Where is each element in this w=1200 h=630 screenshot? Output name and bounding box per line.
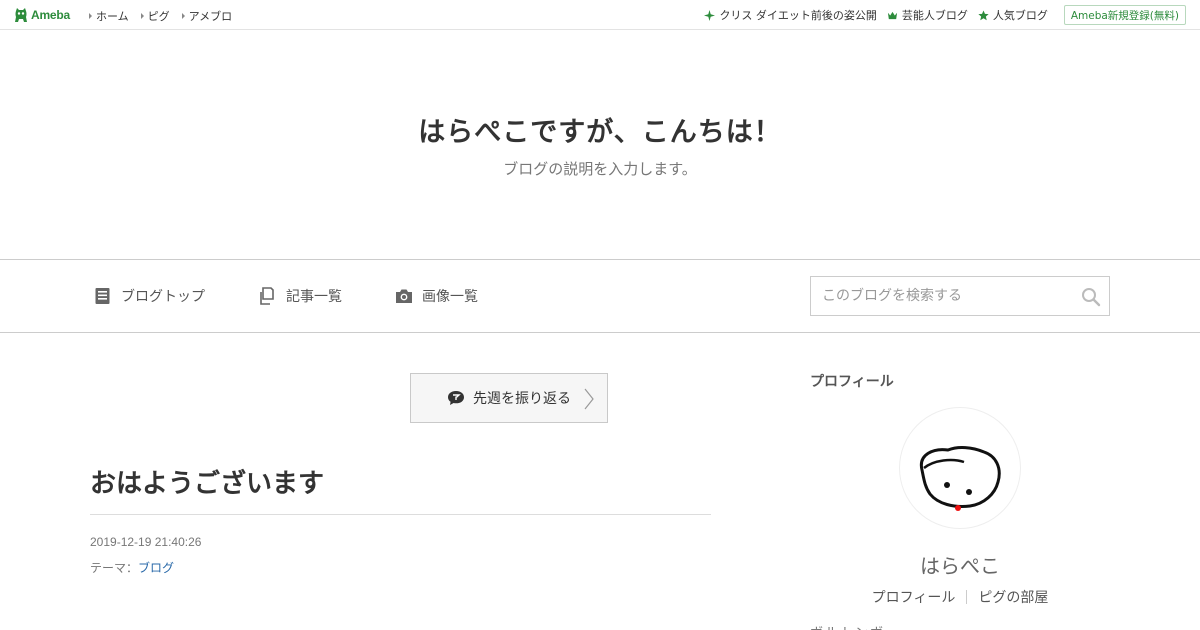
copy-icon xyxy=(260,287,274,305)
blog-nav: ブログトップ 記事一覧 画像一覧 xyxy=(0,259,1200,333)
top-nav-pigg[interactable]: ピグ xyxy=(140,8,170,24)
top-link-news[interactable]: クリス ダイエット前後の姿公開 xyxy=(704,7,877,23)
blog-search xyxy=(810,276,1110,316)
entry-title[interactable]: おはようございます xyxy=(90,463,324,500)
top-nav: ホーム ピグ アメブロ xyxy=(89,8,232,24)
ameba-logo-icon xyxy=(15,8,27,22)
nav-label: ブログトップ xyxy=(121,289,205,305)
camera-icon xyxy=(396,289,412,303)
star-icon xyxy=(978,9,989,20)
blog-description: ブログの説明を入力します。 xyxy=(503,160,697,178)
chevron-right-icon xyxy=(584,388,594,410)
nav-label: 記事一覧 xyxy=(286,289,342,305)
crown-icon xyxy=(887,11,897,19)
top-link-label: 人気ブログ xyxy=(992,9,1048,22)
profile-link[interactable]: プロフィール xyxy=(861,587,967,607)
blog-title[interactable]: はらぺこですが、こんちは！ xyxy=(0,110,1200,149)
search-input[interactable] xyxy=(811,277,1061,315)
nav-entry-list[interactable]: 記事一覧 xyxy=(259,286,342,306)
speech-bubble-icon xyxy=(448,391,464,405)
top-nav-ameblo[interactable]: アメブロ xyxy=(181,8,233,24)
divider xyxy=(90,514,711,515)
nav-label: 画像一覧 xyxy=(422,289,478,305)
avatar[interactable] xyxy=(900,408,1020,528)
top-nav-label: アメブロ xyxy=(188,10,233,23)
sparkle-icon xyxy=(704,9,716,21)
look-back-label: 先週を振り返る xyxy=(473,391,571,407)
global-header: Ameba ホーム ピグ アメブロ クリス ダイエット前後の姿公開 芸能人ブログ… xyxy=(0,0,1200,30)
triangle-right-icon xyxy=(89,13,92,19)
theme-prefix: テーマ： xyxy=(90,561,139,575)
profile-name[interactable]: はらぺこ xyxy=(810,550,1110,579)
logo-text: Ameba xyxy=(31,8,71,22)
profile-links: プロフィール ピグの部屋 xyxy=(810,587,1110,607)
top-nav-label: ピグ xyxy=(147,10,170,23)
nav-image-list[interactable]: 画像一覧 xyxy=(395,286,478,306)
theme-link[interactable]: ブログ xyxy=(138,561,174,575)
blog-header: はらぺこですが、こんちは！ ブログの説明を入力します。 xyxy=(0,30,1200,259)
top-link-label: クリス ダイエット前後の姿公開 xyxy=(719,9,877,22)
ameba-logo[interactable]: Ameba xyxy=(14,6,70,24)
top-nav-home[interactable]: ホーム xyxy=(89,8,129,24)
top-link-label: 芸能人ブログ xyxy=(901,9,968,22)
entry-theme: テーマ：ブログ xyxy=(90,559,174,576)
nav-blog-top[interactable]: ブログトップ xyxy=(94,286,205,306)
look-back-button[interactable]: 先週を振り返る xyxy=(410,373,608,423)
entry-date: 2019-12-19 21:40:26 xyxy=(90,535,202,549)
sidebar-cut-text: ボルトンボ xyxy=(810,622,885,630)
signup-button[interactable]: Ameba新規登録(無料) xyxy=(1063,5,1186,25)
pigg-room-link[interactable]: ピグの部屋 xyxy=(967,587,1059,607)
document-icon xyxy=(95,288,110,304)
top-nav-label: ホーム xyxy=(96,10,129,23)
avatar-drawing-icon xyxy=(919,446,1001,511)
search-icon[interactable] xyxy=(1081,287,1101,307)
top-link-popular[interactable]: 人気ブログ xyxy=(978,7,1048,23)
triangle-right-icon xyxy=(181,13,185,19)
top-right-links: クリス ダイエット前後の姿公開 芸能人ブログ 人気ブログ Ameba新規登録(無… xyxy=(704,5,1186,25)
profile-heading: プロフィール xyxy=(810,374,894,390)
triangle-right-icon xyxy=(140,13,144,19)
top-link-celebrity[interactable]: 芸能人ブログ xyxy=(887,7,968,23)
